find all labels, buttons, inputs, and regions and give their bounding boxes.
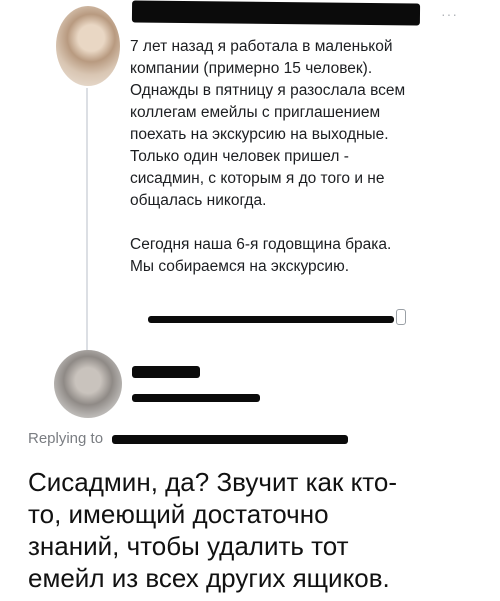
reply-body: Сисадмин, да? Звучит как кто- то, имеющи… — [28, 466, 488, 594]
redacted-reply-author-name — [132, 366, 200, 378]
reply-paragraph: Сисадмин, да? Звучит как кто- то, имеющи… — [28, 467, 398, 593]
link-end-mark — [396, 309, 406, 325]
replying-to-label: Replying to — [28, 430, 104, 447]
replying-to-line: Replying to — [28, 430, 103, 447]
redacted-link — [148, 316, 394, 323]
redacted-reply-handle — [132, 394, 260, 402]
redacted-author-name — [131, 0, 421, 26]
post-paragraph: 7 лет назад я работала в маленькой компа… — [130, 38, 406, 209]
thread-connector-line — [86, 88, 88, 353]
redacted-replying-to-handle[interactable] — [112, 435, 348, 444]
avatar[interactable] — [54, 350, 122, 418]
post-body: 7 лет назад я работала в маленькой компа… — [130, 36, 486, 278]
more-dots-icon[interactable]: ··· — [441, 6, 458, 22]
post-paragraph: Сегодня наша 6-я годовщина брака. Мы соб… — [130, 236, 392, 275]
avatar[interactable] — [56, 6, 120, 86]
